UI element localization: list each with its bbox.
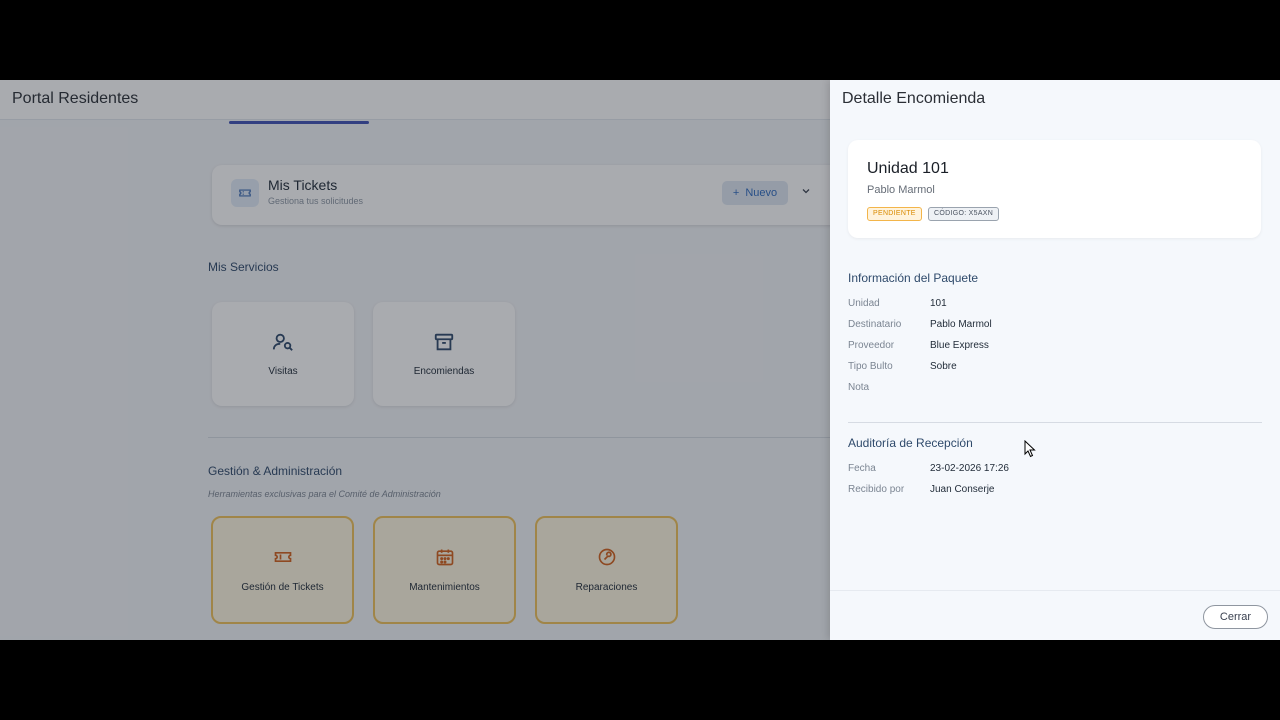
viewport: Portal Residentes Mis Tickets Gestiona t… xyxy=(0,80,1280,640)
unit-title: Unidad 101 xyxy=(867,160,949,177)
package-info-title: Información del Paquete xyxy=(848,271,979,285)
drawer-divider xyxy=(848,422,1262,423)
field-label: Nota xyxy=(848,382,870,393)
drawer-title: Detalle Encomienda xyxy=(842,90,986,107)
field-label: Proveedor xyxy=(848,340,895,351)
field-label: Unidad xyxy=(848,298,880,309)
modal-backdrop[interactable] xyxy=(0,80,830,640)
unit-card: Unidad 101 Pablo Marmol PENDIENTE CÓDIGO… xyxy=(848,140,1261,238)
close-button[interactable]: Cerrar xyxy=(1203,605,1268,629)
field-label: Fecha xyxy=(848,463,876,474)
field-value: Pablo Marmol xyxy=(930,319,992,330)
mouse-cursor-icon xyxy=(1024,439,1036,463)
field-value: Sobre xyxy=(930,361,957,372)
field-label: Destinatario xyxy=(848,319,902,330)
status-badge: PENDIENTE xyxy=(867,207,922,221)
field-value: Juan Conserje xyxy=(930,484,995,495)
package-detail-drawer: Detalle Encomienda Unidad 101 Pablo Marm… xyxy=(830,80,1280,640)
audit-title: Auditoría de Recepción xyxy=(848,436,973,450)
drawer-footer: Cerrar xyxy=(830,590,1280,640)
recipient-name: Pablo Marmol xyxy=(867,184,935,196)
field-value: 23-02-2026 17:26 xyxy=(930,463,1009,474)
code-badge: CÓDIGO: X5AXN xyxy=(928,207,1000,221)
field-value: Blue Express xyxy=(930,340,989,351)
field-label: Recibido por xyxy=(848,484,905,495)
field-value: 101 xyxy=(930,298,947,309)
field-label: Tipo Bulto xyxy=(848,361,893,372)
